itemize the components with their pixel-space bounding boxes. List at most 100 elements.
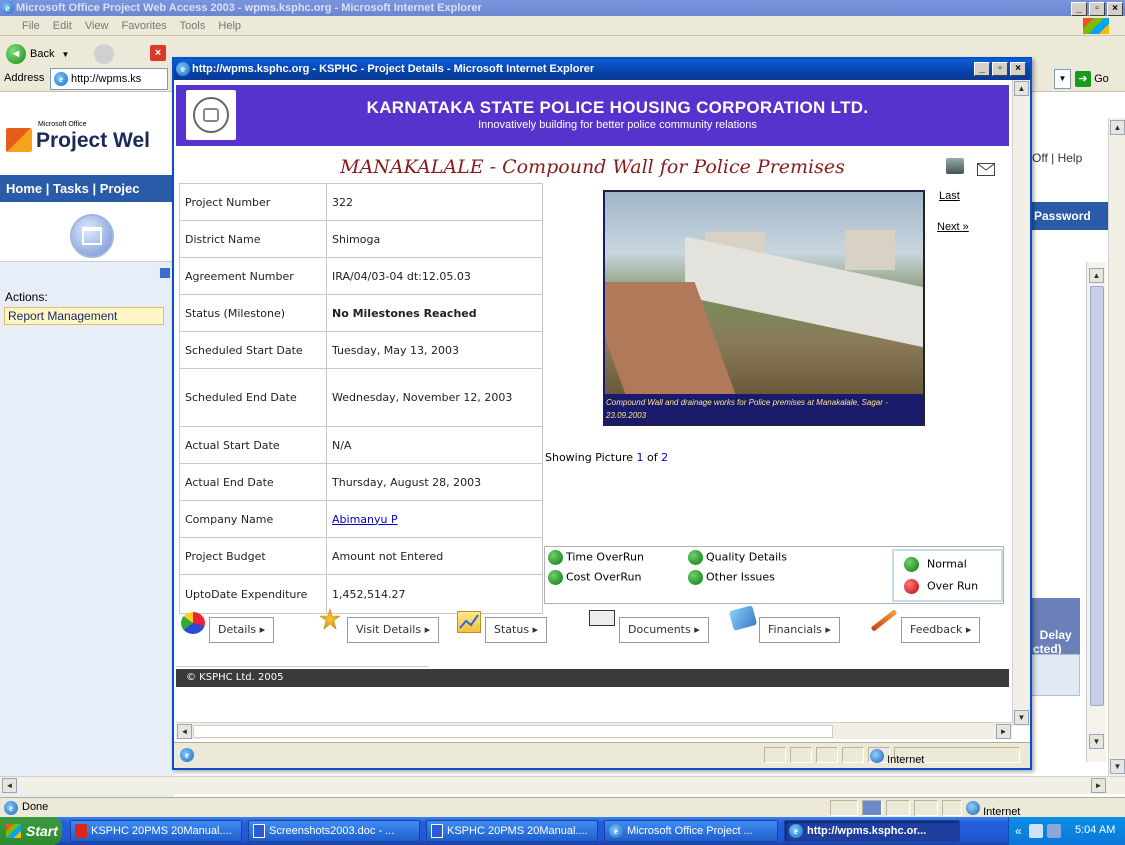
start-button[interactable]: Start — [0, 817, 62, 845]
visit-details-button[interactable]: Visit Details ▸ — [347, 617, 440, 643]
feedback-button[interactable]: Feedback ▸ — [901, 617, 981, 643]
minimize-icon[interactable]: _ — [1071, 2, 1087, 16]
project-title: MANAKALALE - Compound Wall for Police Pr… — [340, 156, 845, 178]
documents-button[interactable]: Documents ▸ — [619, 617, 709, 643]
value-actual-start: N/A — [326, 426, 543, 464]
banner: KARNATAKA STATE POLICE HOUSING CORPORATI… — [176, 85, 1009, 146]
menu-edit[interactable]: Edit — [53, 20, 72, 32]
status-cell — [886, 800, 910, 816]
next-link[interactable]: Next » — [937, 221, 969, 233]
value-project-budget: Amount not Entered — [326, 537, 543, 575]
inner-scroll-up-icon[interactable]: ▲ — [1089, 268, 1104, 283]
financials-button[interactable]: Financials ▸ — [759, 617, 840, 643]
row-scheduled-end: Scheduled End Date Wednesday, November 12… — [179, 368, 543, 427]
pwa-circle-icon — [70, 214, 114, 258]
menu-view[interactable]: View — [85, 20, 109, 32]
value-expenditure: 1,452,514.27 — [326, 574, 543, 614]
taskbar-button-label: KSPHC 20PMS 20Manual.... — [91, 825, 232, 837]
tray-expand-icon[interactable]: « — [1015, 824, 1022, 838]
picture-current-link[interactable]: 1 — [637, 451, 644, 464]
popup-scroll-left-icon[interactable]: ◄ — [177, 724, 192, 739]
picture-total-link[interactable]: 2 — [661, 451, 668, 464]
documents-icon — [589, 610, 615, 626]
label-company-name: Company Name — [179, 500, 327, 538]
inner-vertical-scrollbar[interactable]: ▲ ▼ — [1086, 262, 1106, 762]
popup-minimize-icon[interactable]: _ — [974, 62, 990, 76]
menu-file[interactable]: File — [22, 20, 40, 32]
close-icon[interactable]: × — [1107, 2, 1123, 16]
project-photo — [605, 192, 923, 394]
divider — [176, 666, 429, 667]
popup-vertical-scrollbar[interactable]: ▲ ▼ — [1012, 80, 1030, 726]
legend-other-issues-label: Other Issues — [706, 570, 775, 584]
key-normal-label: Normal — [927, 557, 967, 571]
status-cell — [830, 800, 858, 816]
company-name-link[interactable]: Abimanyu P — [332, 513, 398, 526]
last-link[interactable]: Last — [939, 190, 960, 202]
taskbar-button-word[interactable]: Screenshots2003.doc - ... — [248, 820, 420, 842]
legend-time-overrun-label: Time OverRun — [566, 550, 644, 564]
taskbar-button-ie[interactable]: e Microsoft Office Project ... — [604, 820, 778, 842]
legend-cost-overrun-label: Cost OverRun — [566, 570, 642, 584]
scroll-down-icon[interactable]: ▼ — [1110, 759, 1125, 774]
legend-quality-details-label: Quality Details — [706, 550, 787, 564]
printer-icon[interactable] — [946, 158, 964, 174]
green-dot-icon — [688, 550, 703, 565]
go-button[interactable]: ➜ Go — [1075, 69, 1109, 89]
collapse-icon[interactable] — [160, 268, 170, 278]
scroll-right-icon[interactable]: ► — [1091, 778, 1106, 793]
key-over-run-label: Over Run — [927, 579, 979, 593]
taskbar-button-label: http://wpms.ksphc.or... — [807, 825, 927, 837]
status-cell — [816, 747, 838, 763]
taskbar-button-word-2[interactable]: KSPHC 20PMS 20Manual.... — [426, 820, 598, 842]
value-project-number: 322 — [326, 183, 543, 221]
popup-maximize-icon[interactable]: ▫ — [992, 62, 1008, 76]
popup-horizontal-scrollbar[interactable]: ◄ ► — [176, 722, 1012, 739]
maximize-icon[interactable]: ▫ — [1089, 2, 1105, 16]
windows-logo-icon — [1083, 18, 1109, 34]
scroll-up-icon[interactable]: ▲ — [1110, 120, 1125, 135]
row-expenditure: UptoDate Expenditure 1,452,514.27 — [179, 574, 543, 614]
right-links[interactable]: Off | Help — [1032, 151, 1082, 165]
address-dropdown-icon[interactable]: ▼ — [1054, 69, 1071, 89]
back-button[interactable]: ◄ Back ▼ — [6, 41, 69, 67]
menu-tools[interactable]: Tools — [180, 20, 206, 32]
popup-scroll-down-icon[interactable]: ▼ — [1014, 710, 1029, 725]
popup-close-icon[interactable]: × — [1010, 62, 1026, 76]
row-agreement-number: Agreement Number IRA/04/03-04 dt:12.05.03 — [179, 257, 543, 295]
financials-icon — [728, 605, 758, 631]
row-company-name: Company Name Abimanyu P — [179, 500, 543, 538]
banner-title: KARNATAKA STATE POLICE HOUSING CORPORATI… — [366, 98, 869, 117]
taskbar-button-pdf[interactable]: KSPHC 20PMS 20Manual.... — [70, 820, 242, 842]
pwa-nav-bar[interactable]: Home | Tasks | Projec — [0, 175, 180, 202]
report-management-link[interactable]: Report Management — [4, 307, 164, 325]
stop-icon[interactable]: × — [150, 45, 166, 61]
tray-app-icon[interactable] — [1047, 824, 1061, 838]
status-chart-icon — [457, 611, 481, 633]
address-field[interactable]: e http://wpms.ks — [50, 68, 168, 90]
scroll-left-icon[interactable]: ◄ — [2, 778, 17, 793]
forward-icon[interactable] — [94, 44, 114, 64]
status-cell — [942, 800, 962, 816]
popup-title: http://wpms.ksphc.org - KSPHC - Project … — [192, 63, 595, 75]
network-icon[interactable] — [1029, 824, 1043, 838]
email-icon[interactable] — [977, 163, 995, 176]
main-horizontal-scrollbar[interactable]: ◄ ► — [0, 776, 1125, 794]
main-vertical-scrollbar[interactable]: ▲ ▼ — [1108, 118, 1125, 776]
menu-favorites[interactable]: Favorites — [122, 20, 167, 32]
row-actual-start: Actual Start Date N/A — [179, 426, 543, 464]
pwa-nav-text[interactable]: Home | Tasks | Projec — [6, 181, 139, 196]
popup-scroll-thumb[interactable] — [193, 725, 833, 738]
taskbar-button-popup[interactable]: e http://wpms.ksphc.or... — [784, 820, 960, 842]
details-button[interactable]: Details ▸ — [209, 617, 275, 643]
pwa-right-nav[interactable]: Password — [1030, 202, 1108, 230]
inner-scroll-thumb[interactable] — [1090, 286, 1104, 706]
popup-scroll-right-icon[interactable]: ► — [996, 724, 1011, 739]
inner-scroll-down-icon[interactable]: ▼ — [1089, 734, 1104, 749]
menu-help[interactable]: Help — [218, 20, 241, 32]
taskbar: Start KSPHC 20PMS 20Manual.... Screensho… — [0, 817, 1125, 845]
status-button[interactable]: Status ▸ — [485, 617, 548, 643]
label-project-budget: Project Budget — [179, 537, 327, 575]
popup-scroll-up-icon[interactable]: ▲ — [1014, 81, 1029, 96]
label-scheduled-end: Scheduled End Date — [179, 368, 327, 427]
